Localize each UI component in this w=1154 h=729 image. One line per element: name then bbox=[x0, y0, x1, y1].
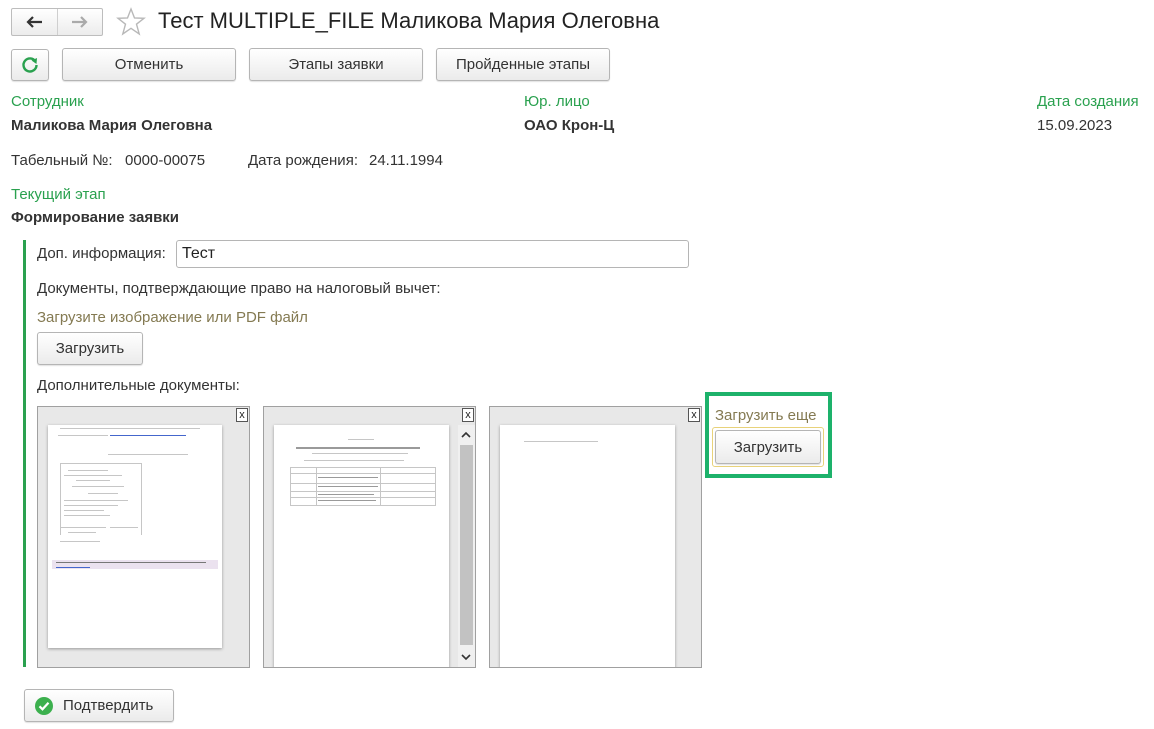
cancel-button[interactable]: Отменить bbox=[62, 48, 236, 81]
tax-docs-label: Документы, подтверждающие право на налог… bbox=[37, 280, 441, 297]
chevron-up-icon[interactable] bbox=[461, 431, 471, 439]
chevron-down-icon[interactable] bbox=[461, 653, 471, 661]
upload-more-button[interactable]: Загрузить bbox=[715, 430, 821, 464]
remove-document-button[interactable]: x bbox=[462, 408, 474, 422]
upload-button[interactable]: Загрузить bbox=[37, 332, 143, 365]
employee-label: Сотрудник bbox=[11, 93, 84, 110]
star-icon[interactable] bbox=[116, 7, 146, 37]
back-button[interactable] bbox=[12, 9, 57, 35]
confirm-label: Подтвердить bbox=[63, 697, 154, 714]
remove-document-button[interactable]: x bbox=[688, 408, 700, 422]
tab-number-label: Табельный №: bbox=[11, 152, 113, 169]
check-circle-icon bbox=[35, 696, 53, 715]
upload-more-hint: Загрузить еще bbox=[715, 407, 817, 424]
document-page-2 bbox=[274, 425, 449, 667]
stage-group-bar bbox=[23, 240, 26, 667]
arrow-right-icon bbox=[71, 16, 88, 28]
refresh-button[interactable] bbox=[11, 49, 49, 81]
additional-docs-label: Дополнительные документы: bbox=[37, 377, 240, 394]
current-stage-value: Формирование заявки bbox=[11, 209, 180, 226]
scroll-thumb[interactable] bbox=[460, 445, 473, 645]
arrow-left-icon bbox=[26, 16, 43, 28]
upload-hint: Загрузите изображение или PDF файл bbox=[37, 309, 308, 326]
forward-button[interactable] bbox=[56, 9, 103, 35]
birth-date-value: 24.11.1994 bbox=[369, 152, 443, 169]
document-preview-1[interactable]: x bbox=[37, 406, 250, 668]
passed-stages-button[interactable]: Пройденные этапы bbox=[436, 48, 610, 81]
created-date-value: 15.09.2023 bbox=[1037, 117, 1113, 134]
extra-info-label: Доп. информация: bbox=[37, 245, 166, 262]
tab-number-value: 0000-00075 bbox=[125, 152, 206, 169]
legal-entity-value[interactable]: ОАО Крон-Ц bbox=[524, 117, 614, 134]
employee-value[interactable]: Маликова Мария Олеговна bbox=[11, 117, 212, 134]
page-title: Тест MULTIPLE_FILE Маликова Мария Олегов… bbox=[158, 8, 660, 33]
document-page-3 bbox=[500, 425, 675, 667]
confirm-button[interactable]: Подтвердить bbox=[24, 689, 174, 722]
document-preview-2[interactable]: x bbox=[263, 406, 476, 668]
current-stage-label: Текущий этап bbox=[11, 186, 106, 203]
birth-date-label: Дата рождения: bbox=[248, 152, 358, 169]
created-date-label: Дата создания bbox=[1037, 93, 1139, 110]
refresh-icon bbox=[22, 57, 38, 73]
history-nav bbox=[11, 8, 103, 36]
extra-info-input[interactable]: Тест bbox=[176, 240, 689, 268]
legal-entity-label: Юр. лицо bbox=[524, 93, 590, 110]
preview-scrollbar[interactable] bbox=[458, 425, 475, 667]
remove-document-button[interactable]: x bbox=[236, 408, 248, 422]
stages-button[interactable]: Этапы заявки bbox=[249, 48, 423, 81]
document-page-1 bbox=[48, 425, 222, 648]
document-preview-3[interactable]: x bbox=[489, 406, 702, 668]
